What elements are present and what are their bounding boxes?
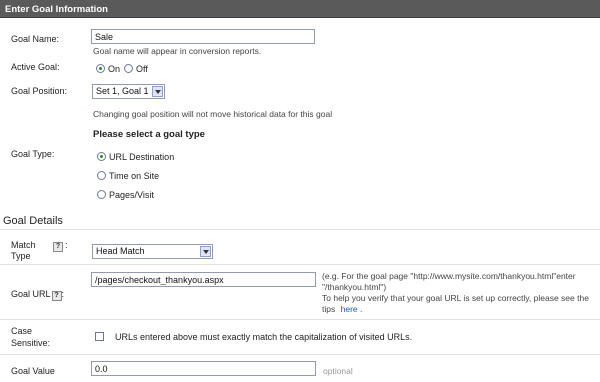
goal-type-url-destination-option[interactable]: URL Destination: [97, 152, 174, 162]
goal-url-input[interactable]: [91, 272, 316, 287]
goal-url-example-line2: "/thankyou.html"): [322, 282, 387, 292]
section-header-title: Enter Goal Information: [5, 4, 108, 15]
goal-name-hint: Goal name will appear in conversion repo…: [93, 46, 262, 56]
goal-type-heading: Please select a goal type: [93, 129, 205, 140]
goal-type-label: Goal Type:: [11, 149, 55, 159]
chevron-down-icon: [152, 86, 163, 97]
goal-url-tip-prefix: tips: [322, 304, 336, 314]
goal-url-tip-line2: tips here .: [322, 304, 589, 315]
divider: [0, 229, 600, 230]
match-type-colon: :: [65, 240, 68, 250]
goal-type-option-label: Time on Site: [109, 171, 160, 181]
match-type-label-line1: Match: [11, 240, 36, 250]
active-goal-on-option[interactable]: On: [96, 64, 120, 74]
active-goal-off-option[interactable]: Off: [124, 64, 148, 74]
goal-url-example: (e.g. For the goal page "http://www.mysi…: [322, 271, 589, 315]
case-sensitive-text: URLs entered above must exactly match th…: [115, 332, 413, 342]
goal-url-label-group: Goal URL?:: [11, 289, 64, 301]
case-sensitive-checkbox[interactable]: [95, 332, 104, 341]
goal-details-title: Goal Details: [3, 215, 63, 227]
help-icon[interactable]: ?: [51, 291, 62, 301]
goal-name-input[interactable]: [91, 29, 315, 44]
active-goal-on-label: On: [108, 64, 121, 74]
goal-type-url-destination-radio[interactable]: [97, 152, 106, 161]
match-type-value: Head Match: [96, 246, 145, 256]
goal-type-time-on-site-radio[interactable]: [97, 171, 106, 180]
match-type-label-line2: Type: [11, 251, 31, 261]
match-type-select[interactable]: Head Match: [92, 244, 213, 259]
goal-position-label: Goal Position:: [11, 86, 68, 96]
goal-value-input[interactable]: [91, 361, 316, 376]
divider: [0, 319, 600, 320]
section-header: Enter Goal Information: [0, 0, 600, 18]
goal-url-colon: :: [61, 289, 65, 299]
case-sensitive-label-line1: Case: [11, 326, 33, 336]
active-goal-off-label: Off: [136, 64, 148, 74]
case-sensitive-label-line2: Sensitive:: [11, 338, 51, 348]
goal-position-select[interactable]: Set 1, Goal 1: [92, 84, 165, 99]
goal-name-label: Goal Name:: [11, 34, 60, 44]
goal-url-tips-link[interactable]: here: [341, 304, 358, 314]
divider: [0, 354, 600, 355]
active-goal-off-radio[interactable]: [124, 64, 133, 73]
active-goal-on-radio[interactable]: [96, 64, 105, 73]
goal-url-label: Goal URL: [11, 289, 51, 299]
help-icon[interactable]: ?: [53, 242, 63, 252]
goal-type-option-label: Pages/Visit: [109, 190, 154, 200]
goal-url-tip-line1: To help you verify that your goal URL is…: [322, 293, 589, 303]
goal-type-option-label: URL Destination: [109, 152, 175, 162]
goal-position-value: Set 1, Goal 1: [96, 86, 149, 96]
divider: [0, 264, 600, 265]
goal-type-pages-visit-option[interactable]: Pages/Visit: [97, 190, 154, 200]
goal-url-example-line1: (e.g. For the goal page "http://www.mysi…: [322, 271, 576, 281]
chevron-down-icon: [200, 246, 211, 257]
goal-position-note: Changing goal position will not move his…: [93, 109, 333, 119]
goal-type-pages-visit-radio[interactable]: [97, 190, 106, 199]
match-type-label: Match: [11, 240, 36, 251]
goal-url-tip-suffix: .: [360, 304, 363, 314]
goal-value-label: Goal Value: [11, 366, 55, 376]
goal-type-time-on-site-option[interactable]: Time on Site: [97, 171, 159, 181]
active-goal-label: Active Goal:: [11, 62, 60, 72]
goal-value-optional: optional: [323, 366, 353, 376]
match-type-help[interactable]: ?:: [53, 240, 68, 252]
